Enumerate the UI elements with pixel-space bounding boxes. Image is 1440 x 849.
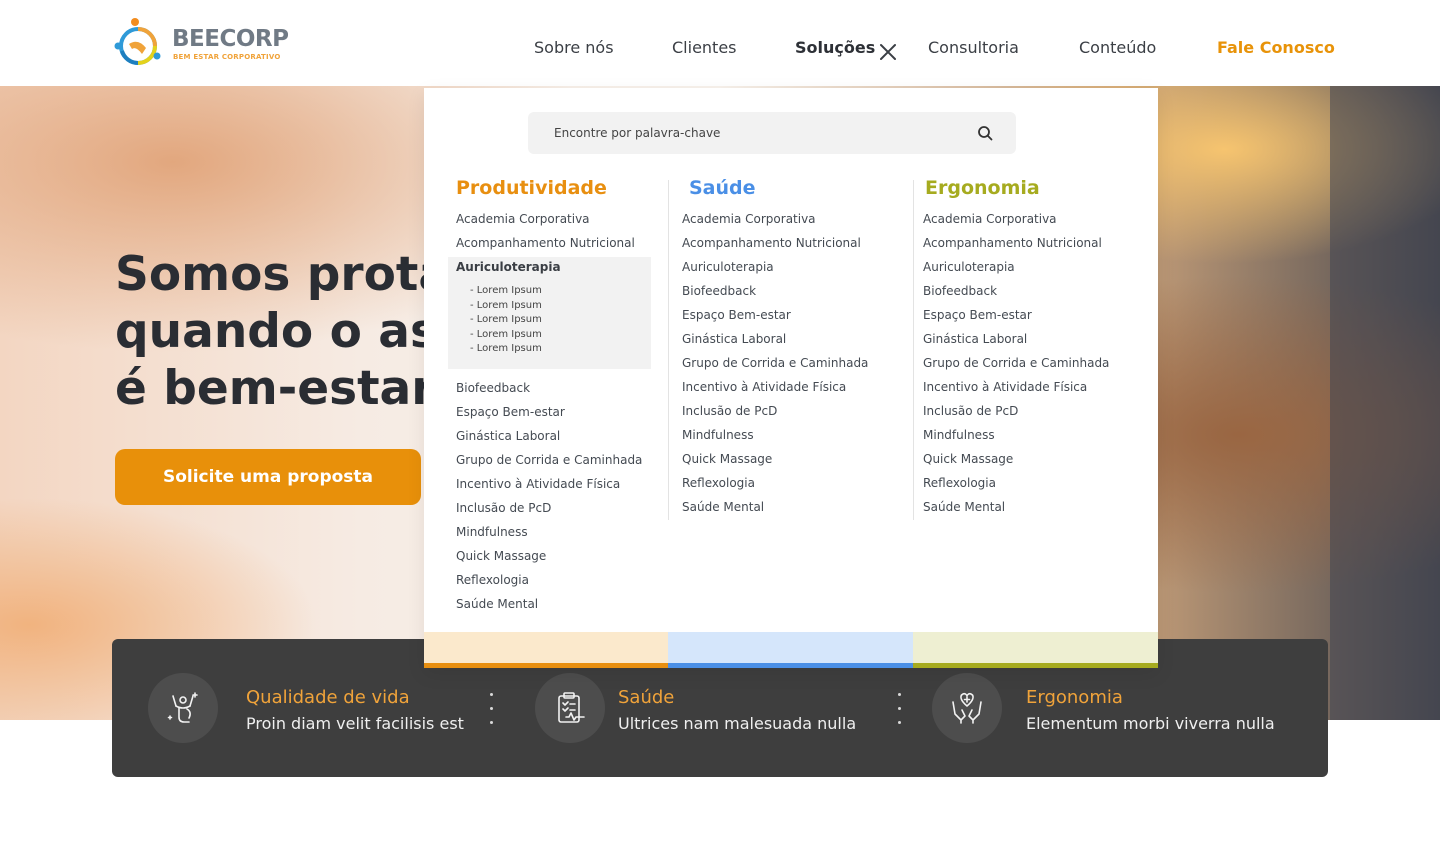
menu-item[interactable]: Espaço Bem-estar (456, 404, 565, 420)
nav-solucoes[interactable]: Soluções (795, 38, 875, 62)
wellness-person-icon (148, 673, 218, 743)
menu-item[interactable]: Grupo de Corrida e Caminhada (456, 452, 642, 468)
header: BEECORP BEM ESTAR CORPORATIVO Sobre nós … (0, 0, 1440, 86)
menu-item[interactable]: Mindfulness (923, 427, 995, 443)
menu-item[interactable]: Reflexologia (923, 475, 996, 491)
menu-item[interactable]: Espaço Bem-estar (682, 307, 791, 323)
brand-tagline: BEM ESTAR CORPORATIVO (173, 53, 281, 61)
menu-item-active[interactable]: Auriculoterapia (456, 259, 561, 275)
menu-item[interactable]: Academia Corporativa (682, 211, 816, 227)
menu-item[interactable]: Saúde Mental (923, 499, 1005, 515)
menu-item[interactable]: Incentivo à Atividade Física (923, 379, 1087, 395)
submenu-item[interactable]: - Lorem Ipsum (470, 329, 542, 340)
feature-item: Ergonomia Elementum morbi viverra nulla (932, 673, 1292, 745)
column-title-saude: Saúde (689, 177, 756, 199)
nav-conteudo[interactable]: Conteúdo (1079, 38, 1156, 62)
category-strip-ergonomia (913, 632, 1158, 668)
close-icon[interactable] (877, 41, 899, 63)
menu-item[interactable]: Espaço Bem-estar (923, 307, 1032, 323)
medical-clipboard-icon (535, 673, 605, 743)
search-input[interactable] (528, 112, 968, 154)
separator-dots (490, 693, 494, 727)
column-title-produtividade: Produtividade (456, 177, 607, 199)
search-box (528, 112, 1016, 154)
menu-item[interactable]: Quick Massage (682, 451, 772, 467)
submenu-item[interactable]: - Lorem Ipsum (470, 314, 542, 325)
menu-item[interactable]: Saúde Mental (456, 596, 538, 612)
request-proposal-button[interactable]: Solicite uma proposta (115, 449, 421, 505)
menu-item[interactable]: Mindfulness (456, 524, 528, 540)
nav-clientes[interactable]: Clientes (672, 38, 737, 62)
menu-item[interactable]: Auriculoterapia (923, 259, 1015, 275)
menu-item[interactable]: Grupo de Corrida e Caminhada (682, 355, 868, 371)
feature-title: Saúde (618, 687, 675, 708)
care-hands-icon (932, 673, 1002, 743)
menu-item[interactable]: Ginástica Laboral (682, 331, 786, 347)
column-divider (913, 180, 914, 520)
menu-item[interactable]: Academia Corporativa (923, 211, 1057, 227)
logo[interactable]: BEECORP BEM ESTAR CORPORATIVO (112, 14, 292, 74)
menu-item[interactable]: Acompanhamento Nutricional (456, 235, 635, 251)
menu-item[interactable]: Inclusão de PcD (923, 403, 1018, 419)
menu-item[interactable]: Quick Massage (456, 548, 546, 564)
category-strip-produtividade (424, 632, 668, 668)
menu-item[interactable]: Inclusão de PcD (682, 403, 777, 419)
menu-item[interactable]: Biofeedback (682, 283, 756, 299)
nav-sobre-nos[interactable]: Sobre nós (534, 38, 614, 62)
menu-item[interactable]: Saúde Mental (682, 499, 764, 515)
feature-title: Ergonomia (1026, 687, 1123, 708)
column-title-ergonomia: Ergonomia (925, 177, 1040, 199)
feature-item: Qualidade de vida Proin diam velit facil… (148, 673, 478, 745)
submenu-item[interactable]: - Lorem Ipsum (470, 285, 542, 296)
menu-item[interactable]: Reflexologia (456, 572, 529, 588)
solutions-mega-menu: Produtividade Saúde Ergonomia Academia C… (424, 88, 1158, 668)
menu-item[interactable]: Quick Massage (923, 451, 1013, 467)
menu-item[interactable]: Incentivo à Atividade Física (682, 379, 846, 395)
menu-item[interactable]: Biofeedback (456, 380, 530, 396)
menu-item[interactable]: Auriculoterapia (682, 259, 774, 275)
menu-item[interactable]: Acompanhamento Nutricional (682, 235, 861, 251)
category-strip-saude (668, 632, 913, 668)
submenu-item[interactable]: - Lorem Ipsum (470, 300, 542, 311)
menu-item[interactable]: Ginástica Laboral (456, 428, 560, 444)
feature-item: Saúde Ultrices nam malesuada nulla (535, 673, 875, 745)
menu-item[interactable]: Acompanhamento Nutricional (923, 235, 1102, 251)
menu-item[interactable]: Biofeedback (923, 283, 997, 299)
feature-subtitle: Ultrices nam malesuada nulla (618, 714, 857, 733)
nav-fale-conosco[interactable]: Fale Conosco (1217, 38, 1335, 62)
menu-item[interactable]: Grupo de Corrida e Caminhada (923, 355, 1109, 371)
menu-item[interactable]: Incentivo à Atividade Física (456, 476, 620, 492)
menu-item[interactable]: Ginástica Laboral (923, 331, 1027, 347)
menu-item[interactable]: Academia Corporativa (456, 211, 590, 227)
feature-subtitle: Elementum morbi viverra nulla (1026, 714, 1275, 733)
separator-dots (898, 693, 902, 727)
menu-item[interactable]: Reflexologia (682, 475, 755, 491)
menu-item[interactable]: Inclusão de PcD (456, 500, 551, 516)
menu-item[interactable]: Mindfulness (682, 427, 754, 443)
submenu-item[interactable]: - Lorem Ipsum (470, 343, 542, 354)
feature-title: Qualidade de vida (246, 687, 410, 708)
beecorp-logo-icon (114, 18, 161, 65)
search-icon[interactable] (977, 125, 993, 141)
feature-subtitle: Proin diam velit facilisis est (246, 714, 464, 733)
nav-consultoria[interactable]: Consultoria (928, 38, 1019, 62)
column-divider (668, 180, 669, 520)
brand-name: BEECORP (172, 26, 289, 52)
